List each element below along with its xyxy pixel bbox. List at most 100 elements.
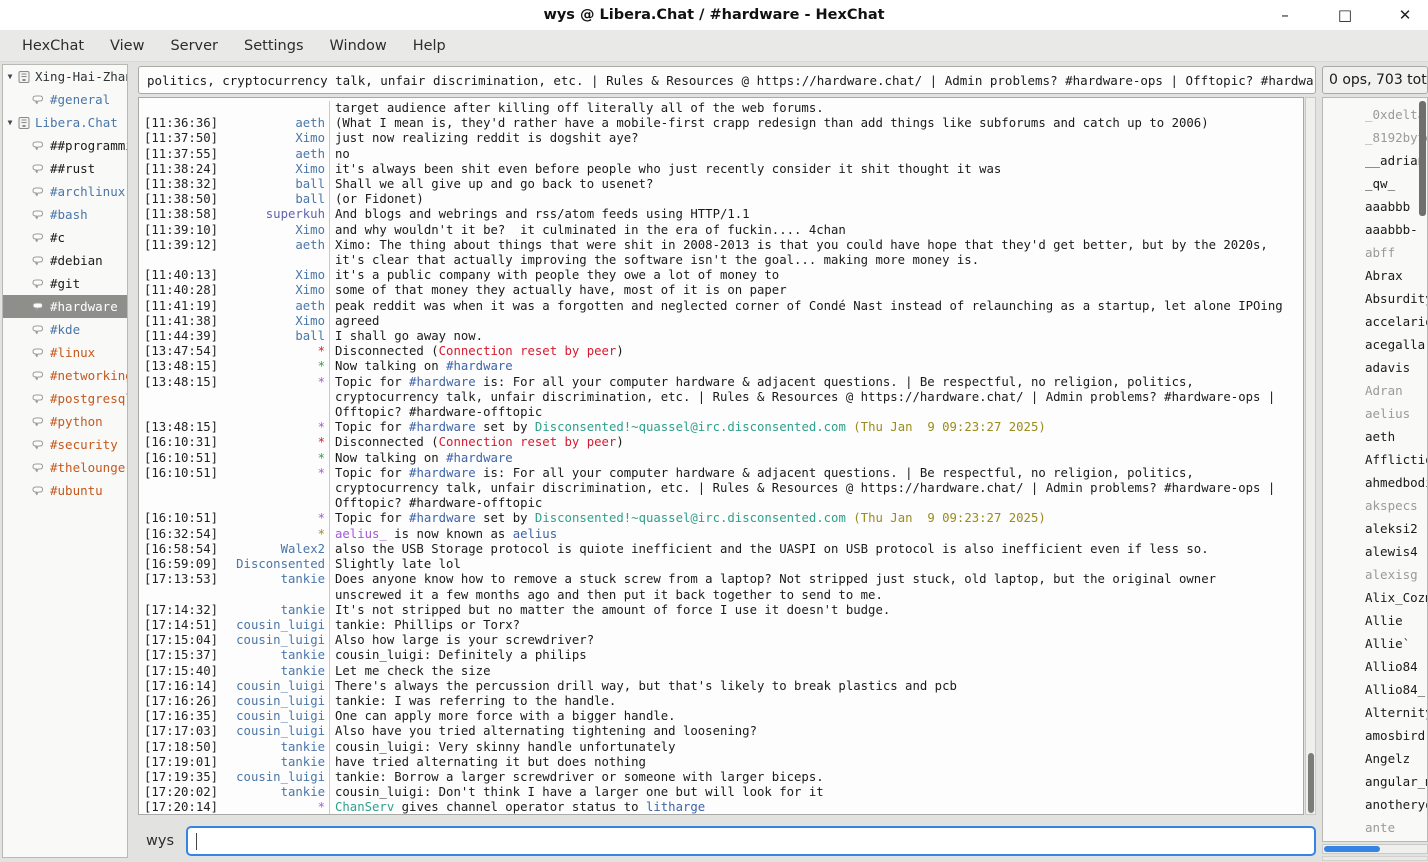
menu-settings[interactable]: Settings	[232, 34, 315, 58]
nick[interactable]: Ximo	[235, 283, 325, 298]
nick[interactable]: Ximo	[235, 162, 325, 177]
channel-or-nick-link[interactable]: litharge	[646, 800, 705, 814]
tree-channel-bash[interactable]: #bash	[3, 203, 127, 226]
userlist-item[interactable]: Alix_Cozmo	[1323, 586, 1427, 609]
userlist-item[interactable]: ante	[1323, 816, 1427, 839]
nick[interactable]: cousin_luigi	[235, 709, 325, 724]
menu-hexchat[interactable]: HexChat	[10, 34, 96, 58]
userlist-item[interactable]: antocip	[1323, 839, 1427, 842]
userlist-item[interactable]: Allie	[1323, 609, 1427, 632]
tree-channel-thelounge[interactable]: #thelounge	[3, 456, 127, 479]
nick[interactable]: aeth	[235, 116, 325, 131]
tree-server-xing-hai-zhan[interactable]: ▼Xing-Hai-Zhan	[3, 65, 127, 88]
userlist-item[interactable]: aeth	[1323, 425, 1427, 448]
nick[interactable]: tankie	[235, 785, 325, 800]
userlist-horizontal-scrollbar[interactable]	[1322, 844, 1428, 854]
nick[interactable]: tankie	[235, 740, 325, 755]
nick[interactable]: tankie	[235, 603, 325, 618]
nick[interactable]: ball	[235, 192, 325, 207]
tree-expander-icon[interactable]: ▼	[3, 72, 17, 81]
chat-vertical-scrollbar[interactable]	[1305, 97, 1316, 815]
channel-or-nick-link[interactable]: #hardware	[446, 451, 513, 465]
channel-or-nick-link[interactable]: #hardware	[409, 420, 476, 434]
userlist-item[interactable]: Adran	[1323, 379, 1427, 402]
nick[interactable]: ball	[235, 329, 325, 344]
channel-or-nick-link[interactable]: #hardware	[409, 511, 476, 525]
nick[interactable]: aeth	[235, 147, 325, 162]
tree-channel-networking[interactable]: #networking	[3, 364, 127, 387]
maximize-button[interactable]: □	[1332, 2, 1358, 28]
userlist-item[interactable]: Allio84	[1323, 655, 1427, 678]
nick[interactable]: tankie	[235, 664, 325, 679]
nick[interactable]: Disconsented	[235, 557, 325, 572]
menu-view[interactable]: View	[98, 34, 156, 58]
userlist-item[interactable]: aelius	[1323, 402, 1427, 425]
nick[interactable]: aeth	[235, 238, 325, 268]
userlist-item[interactable]: Absurdity	[1323, 287, 1427, 310]
menu-help[interactable]: Help	[401, 34, 458, 58]
nick[interactable]: Ximo	[235, 223, 325, 238]
userlist-item[interactable]: _8192byte	[1323, 126, 1427, 149]
tree-channel-security[interactable]: #security	[3, 433, 127, 456]
userlist-item[interactable]: angular_m	[1323, 770, 1427, 793]
userlist-item[interactable]: aleksi2	[1323, 517, 1427, 540]
nick[interactable]: aeth	[235, 299, 325, 314]
nick[interactable]: Ximo	[235, 314, 325, 329]
menu-window[interactable]: Window	[318, 34, 399, 58]
tree-channel-general[interactable]: #general	[3, 88, 127, 111]
userlist-item[interactable]: Abrax	[1323, 264, 1427, 287]
nick[interactable]: cousin_luigi	[235, 633, 325, 648]
tree-expander-icon[interactable]: ▼	[3, 118, 17, 127]
tree-channel-programmi[interactable]: ##programmi	[3, 134, 127, 157]
userlist-item[interactable]: alewis4	[1323, 540, 1427, 563]
chat-message-area[interactable]: target audience after killing off litera…	[138, 97, 1304, 815]
close-button[interactable]: ✕	[1392, 2, 1418, 28]
userlist-hscroll-thumb[interactable]	[1324, 846, 1380, 852]
userlist-item[interactable]: aaabbb-	[1323, 218, 1427, 241]
tree-channel-git[interactable]: #git	[3, 272, 127, 295]
userlist-item[interactable]: __adrian	[1323, 149, 1427, 172]
userlist-item[interactable]: alexisg	[1323, 563, 1427, 586]
nick[interactable]: tankie	[235, 572, 325, 602]
userlist-item[interactable]: Angelz	[1323, 747, 1427, 770]
nick[interactable]: Ximo	[235, 131, 325, 146]
nick[interactable]: Walex2	[235, 542, 325, 557]
tree-channel-python[interactable]: #python	[3, 410, 127, 433]
userlist-scrollbar-thumb[interactable]	[1419, 101, 1426, 216]
userlist-item[interactable]: ahmedbodi	[1323, 471, 1427, 494]
userlist-item[interactable]: aaabbb	[1323, 195, 1427, 218]
minimize-button[interactable]: –	[1272, 2, 1298, 28]
tree-channel-ubuntu[interactable]: #ubuntu	[3, 479, 127, 502]
tree-channel-hardware[interactable]: #hardware	[3, 295, 127, 318]
tree-channel-debian[interactable]: #debian	[3, 249, 127, 272]
userlist-item[interactable]: Alternity	[1323, 701, 1427, 724]
tree-server-libera.chat[interactable]: ▼Libera.Chat	[3, 111, 127, 134]
chat-scrollbar-thumb[interactable]	[1308, 753, 1314, 813]
channel-or-nick-link[interactable]: #hardware	[409, 466, 476, 480]
nick[interactable]: ball	[235, 177, 325, 192]
nick[interactable]: cousin_luigi	[235, 679, 325, 694]
userlist-item[interactable]: akspecs	[1323, 494, 1427, 517]
userlist-item[interactable]: acegalla-	[1323, 333, 1427, 356]
tree-channel-archlinux[interactable]: #archlinux	[3, 180, 127, 203]
channel-or-nick-link[interactable]: aelius	[513, 527, 557, 541]
userlist-item[interactable]: accelario	[1323, 310, 1427, 333]
nick[interactable]: Ximo	[235, 268, 325, 283]
userlist-item[interactable]: Allio84_	[1323, 678, 1427, 701]
menu-server[interactable]: Server	[158, 34, 230, 58]
nick[interactable]: cousin_luigi	[235, 724, 325, 739]
tree-channel-linux[interactable]: #linux	[3, 341, 127, 364]
userlist-item[interactable]: _qw_	[1323, 172, 1427, 195]
topic-bar[interactable]: politics, cryptocurrency talk, unfair di…	[138, 66, 1316, 94]
tree-channel-kde[interactable]: #kde	[3, 318, 127, 341]
message-input[interactable]	[186, 826, 1316, 856]
channel-or-nick-link[interactable]: #hardware	[446, 359, 513, 373]
userlist-item[interactable]: adavis	[1323, 356, 1427, 379]
tree-channel-c[interactable]: #c	[3, 226, 127, 249]
nick[interactable]: cousin_luigi	[235, 770, 325, 785]
nick[interactable]: cousin_luigi	[235, 694, 325, 709]
userlist-item[interactable]: abff	[1323, 241, 1427, 264]
tree-channel-postgresql[interactable]: #postgresql	[3, 387, 127, 410]
title-bar[interactable]: wys @ Libera.Chat / #hardware - HexChat …	[0, 0, 1428, 30]
userlist-item[interactable]: Affliction	[1323, 448, 1427, 471]
